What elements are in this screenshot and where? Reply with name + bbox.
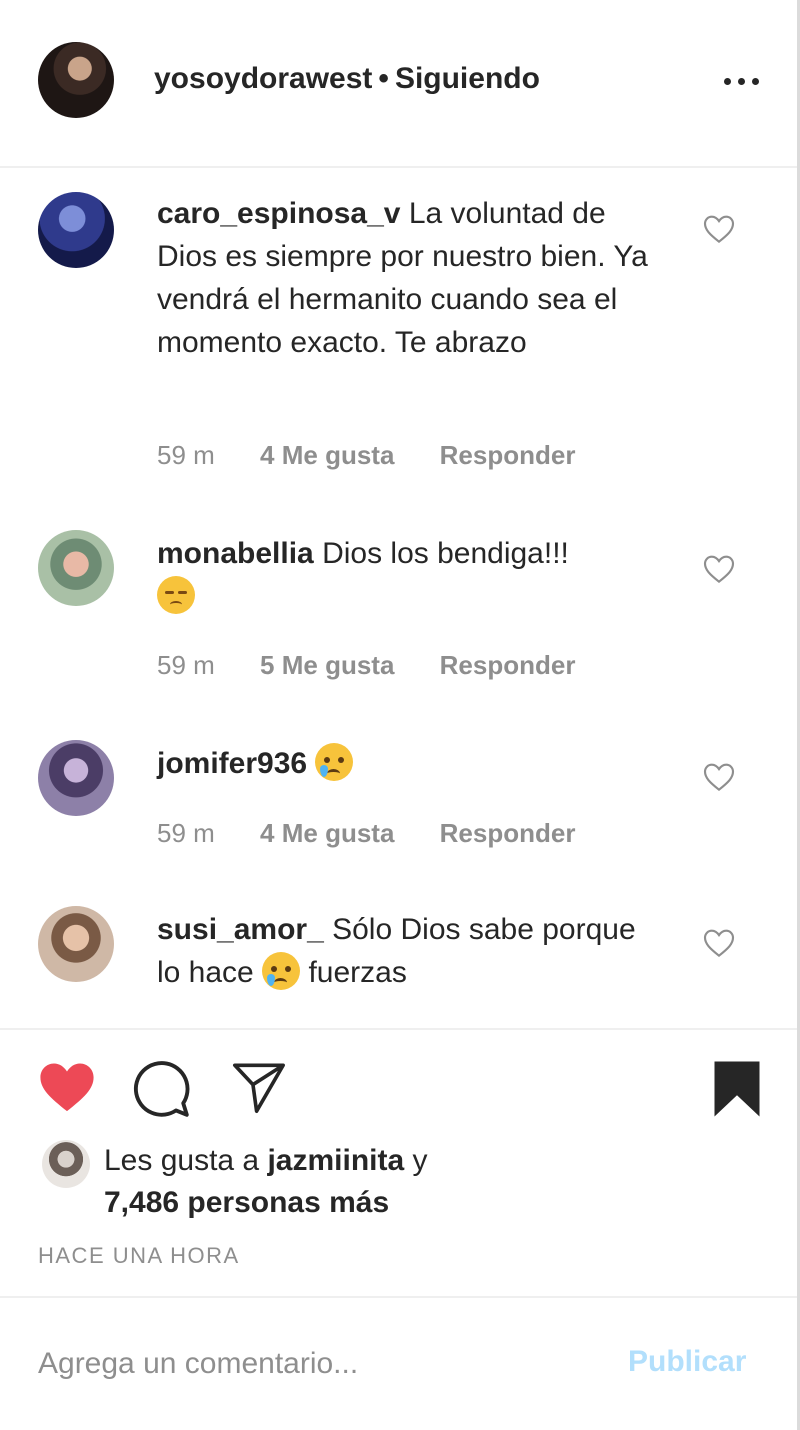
commenter-avatar[interactable] — [38, 906, 114, 982]
comment-text: jomifer936 — [157, 742, 667, 785]
reply-button[interactable]: Responder — [440, 818, 576, 848]
comment-meta: 59 m 4 Me gusta Responder — [157, 440, 613, 471]
comment-meta: 59 m 4 Me gusta Responder — [157, 818, 613, 849]
reply-button[interactable]: Responder — [440, 650, 576, 680]
commenter-avatar[interactable] — [38, 740, 114, 816]
comment-time[interactable]: 59 m — [157, 650, 215, 680]
commenter-username[interactable]: monabellia — [157, 537, 314, 570]
author-avatar[interactable] — [38, 42, 114, 118]
comment-input[interactable] — [38, 1340, 598, 1388]
pensive-face-icon — [157, 576, 195, 614]
heart-outline-icon[interactable] — [703, 762, 735, 792]
comment-likes[interactable]: 5 Me gusta — [260, 650, 394, 680]
commenter-username[interactable]: caro_espinosa_v — [157, 197, 400, 230]
crying-face-icon — [315, 743, 354, 781]
comment-meta: 59 m 5 Me gusta Responder — [157, 650, 613, 681]
comment-likes[interactable]: 4 Me gusta — [260, 818, 394, 848]
header-title: yosoydorawest • Siguiendo — [154, 62, 540, 96]
liked-by-text: Les gusta a jazmiinita y 7,486 personas … — [104, 1144, 428, 1219]
bookmark-filled-icon[interactable] — [712, 1058, 762, 1120]
follow-status[interactable]: Siguiendo — [395, 62, 540, 95]
heart-outline-icon[interactable] — [703, 214, 735, 244]
comment-time[interactable]: 59 m — [157, 818, 215, 848]
comment-time[interactable]: 59 m — [157, 440, 215, 470]
comment-text: caro_espinosa_v La voluntad de Dios es s… — [157, 192, 667, 364]
more-options-icon[interactable] — [716, 58, 766, 104]
separator-dot: • — [378, 62, 389, 95]
comment-bubble-icon[interactable] — [130, 1058, 192, 1120]
heart-outline-icon[interactable] — [703, 928, 735, 958]
commenter-username[interactable]: susi_amor_ — [157, 913, 324, 946]
liked-by-avatar[interactable] — [42, 1140, 90, 1188]
comment-text: monabellia Dios los bendiga!!! — [157, 532, 667, 618]
commenter-avatar[interactable] — [38, 192, 114, 268]
post-header: yosoydorawest • Siguiendo — [0, 0, 797, 168]
paper-plane-icon[interactable] — [228, 1058, 290, 1116]
heart-outline-icon[interactable] — [703, 554, 735, 584]
heart-filled-icon[interactable] — [38, 1058, 96, 1116]
section-divider — [0, 1028, 797, 1030]
section-divider — [0, 1296, 797, 1298]
post-timestamp[interactable]: HACE UNA HORA — [38, 1243, 240, 1269]
comment-likes[interactable]: 4 Me gusta — [260, 440, 394, 470]
comment-text: susi_amor_ Sólo Dios sabe porque lo hace… — [157, 908, 667, 994]
author-username[interactable]: yosoydorawest — [154, 62, 372, 95]
comment-body-end: fuerzas — [308, 956, 407, 989]
likes-count[interactable]: 7,486 personas más — [104, 1186, 389, 1219]
comment-body: Dios los bendiga!!! — [322, 537, 569, 570]
commenter-avatar[interactable] — [38, 530, 114, 606]
commenter-username[interactable]: jomifer936 — [157, 747, 307, 780]
crying-face-icon — [262, 952, 301, 990]
liked-by-user[interactable]: jazmiinita — [267, 1144, 404, 1177]
reply-button[interactable]: Responder — [440, 440, 576, 470]
publish-button[interactable]: Publicar — [628, 1345, 746, 1379]
